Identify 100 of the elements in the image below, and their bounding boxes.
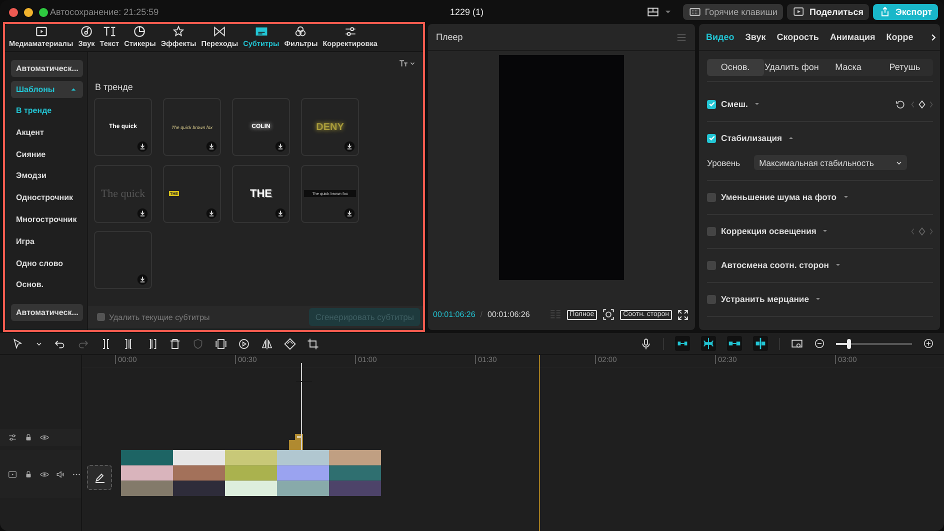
rotate-icon[interactable] [284,338,296,350]
category-item[interactable]: Сияние [11,144,83,166]
zoom-out-icon[interactable] [814,338,825,349]
auto-captions-button[interactable]: Автоматическ... [11,60,83,77]
split-icon[interactable] [100,338,112,350]
slider-thumb[interactable] [846,338,851,348]
split-icon[interactable] [753,336,768,351]
category-item[interactable]: Многострочник [11,208,83,231]
field-label: Уровень [707,158,740,168]
preview-icon[interactable] [791,338,803,350]
media-icon [34,25,48,38]
section-title: В тренде [94,81,134,94]
inspector-tab[interactable]: Звук [745,32,766,42]
category-item[interactable]: Эмодзи [11,165,83,188]
hotkeys-button[interactable]: Горячие клавиши [682,4,784,20]
checkbox[interactable] [707,134,716,142]
inspector-tab[interactable]: Анимация [830,32,876,42]
zoom-in-icon[interactable] [923,338,934,349]
caption-preview: DENY [316,122,344,132]
checkbox[interactable] [707,100,716,108]
crop-icon[interactable] [307,338,319,350]
category-item[interactable]: Акцент [11,122,83,144]
lock-icon[interactable] [24,433,33,442]
section-title: Коррекция освещения [721,226,816,236]
speaker-icon[interactable] [56,470,65,478]
section-title: Стабилизация [721,133,782,143]
minimize-light[interactable] [24,8,33,16]
close-light[interactable] [9,8,18,16]
download-icon[interactable] [344,208,355,218]
inspector-tab[interactable]: Скорость [776,32,819,42]
category-item[interactable]: В тренде [11,100,83,122]
checkbox[interactable] [707,294,716,304]
freeze-icon[interactable] [215,338,227,350]
category-item[interactable]: Однострочник [11,187,83,209]
cover-button[interactable] [87,465,112,490]
keyframe-icon[interactable] [911,98,933,110]
link-icon[interactable] [727,336,742,351]
eye-icon[interactable] [40,433,49,442]
segment-tab[interactable]: Ретушь [876,59,933,76]
total-time: 00:01:06:26 [488,310,530,319]
checkbox[interactable] [707,226,716,236]
download-icon[interactable] [137,274,148,285]
edit-cover-icon[interactable] [94,472,106,484]
video-track-icon[interactable] [8,470,17,478]
stickers-icon [133,25,146,38]
keyframe-marker-icon[interactable] [289,434,303,450]
autosave-status: Автосохранение: 21:25:59 [50,7,159,17]
current-time: 00:01:06:26 [433,310,476,319]
caret-icon[interactable] [35,340,43,348]
download-icon[interactable] [206,208,217,218]
pointer-icon[interactable] [12,338,24,350]
transitions-icon [213,25,226,38]
play-icon[interactable] [238,338,250,350]
download-icon[interactable] [137,208,148,218]
template-card[interactable]: DENY [301,98,359,156]
caret-icon [409,60,416,66]
effects-icon [172,25,186,38]
section-title: Автосмена соотн. сторон [721,260,829,270]
panel-title: Плеер [436,32,463,42]
font-icon [399,58,408,68]
templates-toggle[interactable]: Шаблоны [11,81,83,98]
share-button[interactable]: Поделиться [787,4,870,20]
auto-captions-button[interactable]: Автоматическ... [11,304,83,321]
reset-icon[interactable] [895,98,906,110]
segment-tab[interactable]: Маска [820,59,876,76]
delete-icon[interactable] [169,338,181,350]
checkbox[interactable] [707,260,716,270]
download-icon[interactable] [137,141,148,152]
download-icon[interactable] [344,141,355,152]
lock-icon[interactable] [24,470,33,478]
segment-tab[interactable]: Удалить фон [764,59,820,76]
font-filter-button[interactable] [399,58,416,68]
download-icon[interactable] [275,141,286,152]
inspector-tab[interactable]: Видео [706,32,734,42]
link-icon[interactable] [675,336,690,351]
microphone-icon[interactable] [640,338,652,350]
category-item[interactable]: Игра [11,230,83,253]
zoom-light[interactable] [39,8,48,16]
template-card[interactable]: THE [232,164,290,222]
fullscreen-icon[interactable] [677,308,689,320]
category-item[interactable]: Одно слово [11,252,83,274]
adjust-icon[interactable] [8,433,17,442]
checkbox[interactable] [707,192,716,202]
export-icon [879,6,892,18]
eye-icon[interactable] [40,470,49,478]
focus-icon[interactable] [602,308,616,321]
section-title: Смеш. [721,99,748,109]
section-title: Устранить мерцание [721,294,809,304]
download-icon[interactable] [275,208,286,218]
mirror-icon[interactable] [261,338,273,350]
category-item[interactable]: Основ. [11,274,83,296]
snap-icon[interactable] [701,336,716,351]
keyboard-icon [688,6,701,18]
level-dropdown[interactable]: Максимальная стабильность [754,155,908,170]
download-icon[interactable] [206,141,217,152]
menu-icon[interactable] [676,32,687,42]
time-separator: / [480,310,482,319]
inspector-tab[interactable]: Корре [886,32,914,42]
segment-tab[interactable]: Основ. [707,59,764,76]
layout-icon[interactable] [646,6,659,18]
